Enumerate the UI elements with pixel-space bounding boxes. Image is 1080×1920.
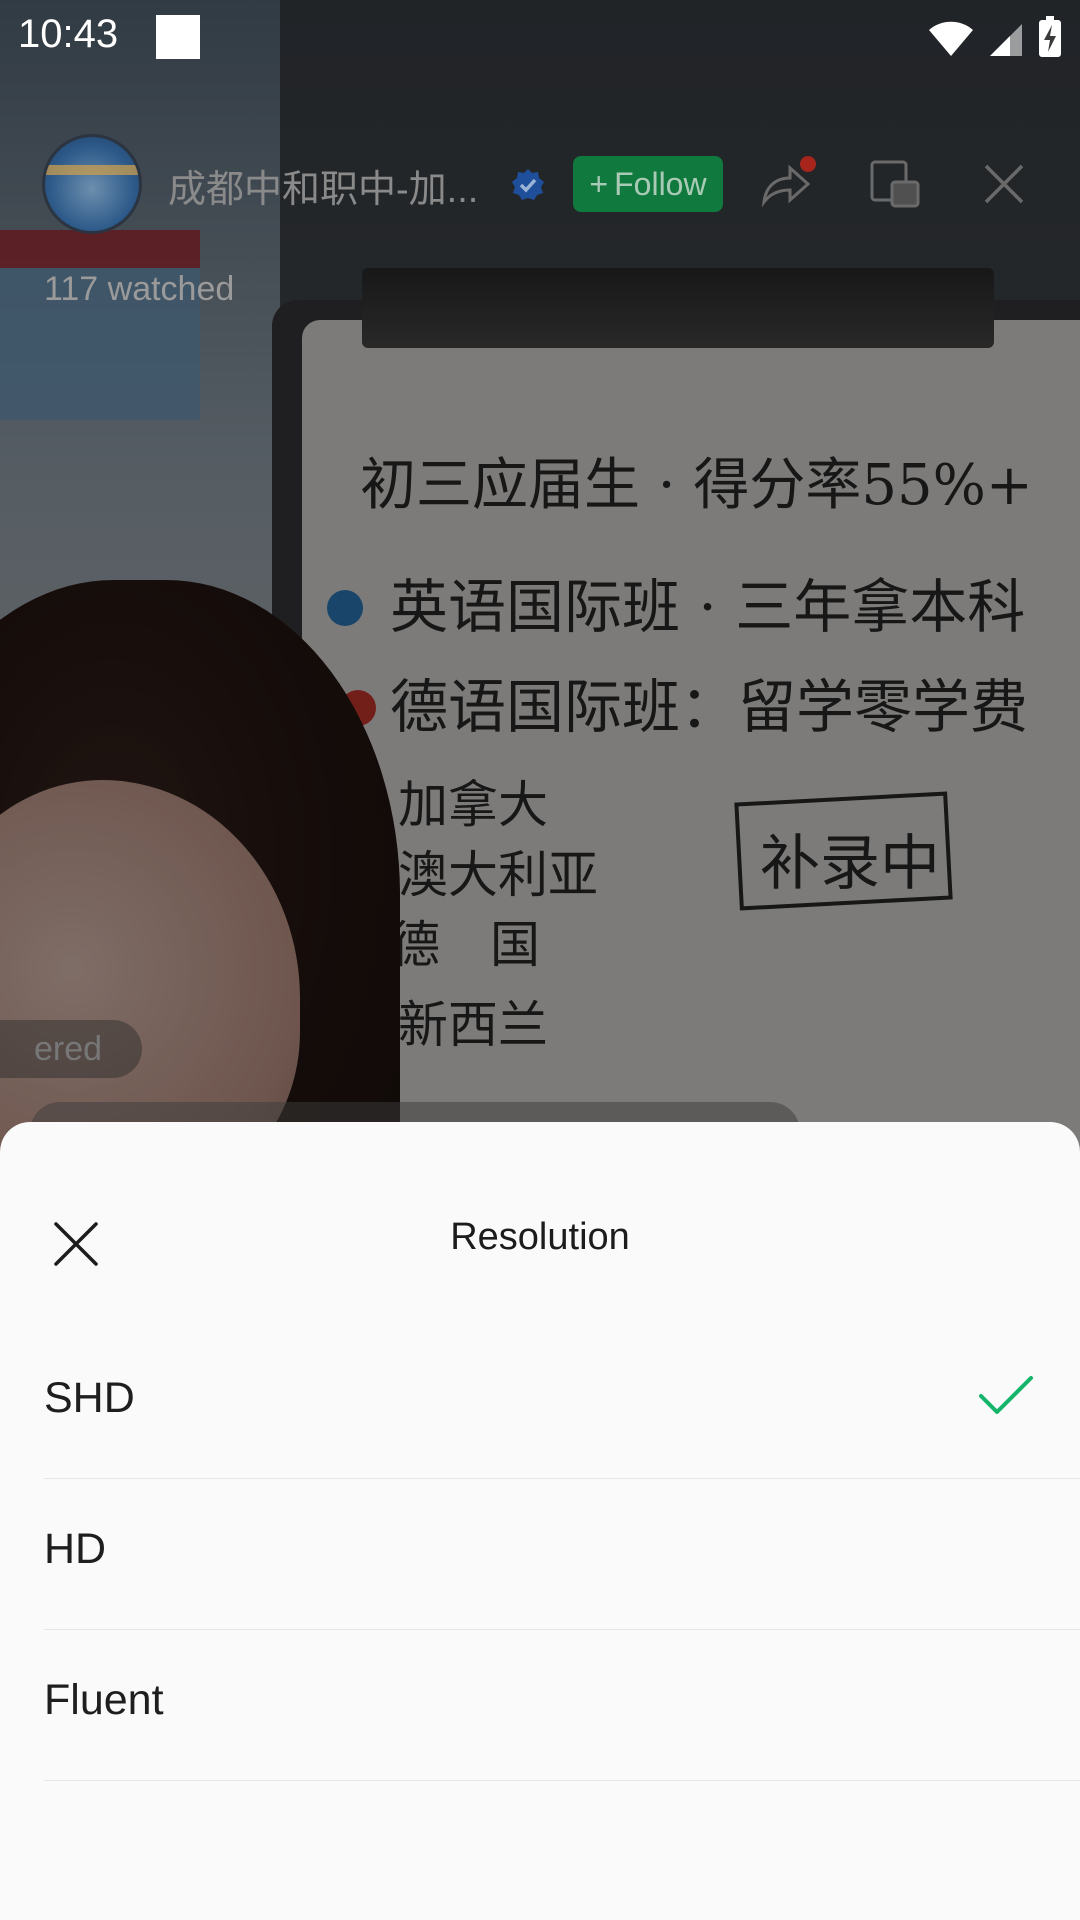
live-header: 成都中和职中-加... + Follow 117 watched xyxy=(0,130,1080,308)
option-shd[interactable]: SHD xyxy=(44,1328,1080,1479)
channel-avatar[interactable] xyxy=(42,134,142,234)
wifi-icon xyxy=(929,21,973,56)
close-live-icon[interactable] xyxy=(974,154,1034,214)
cellular-signal-icon xyxy=(990,24,1022,56)
follow-label: Follow xyxy=(614,165,707,202)
comment-bubble: ered xyxy=(0,1020,142,1078)
channel-name[interactable]: 成都中和职中-加... xyxy=(168,158,478,213)
resolution-sheet: Resolution SHD HD Fluent xyxy=(0,1122,1080,1920)
option-label: Fluent xyxy=(44,1676,164,1724)
floating-window-icon[interactable] xyxy=(866,154,926,214)
option-hd[interactable]: HD xyxy=(44,1479,1080,1630)
check-icon xyxy=(979,1376,1033,1414)
notification-icon xyxy=(156,15,200,59)
option-label: HD xyxy=(44,1525,107,1573)
status-time: 10:43 xyxy=(18,12,119,56)
share-icon[interactable] xyxy=(756,154,816,214)
plus-icon: + xyxy=(589,165,609,202)
battery-charging-icon xyxy=(1039,16,1061,57)
option-label: SHD xyxy=(44,1374,135,1422)
status-bar: 10:43 xyxy=(0,0,1080,75)
follow-button[interactable]: + Follow xyxy=(573,156,723,212)
watched-count: 117 watched xyxy=(44,270,235,308)
resolution-options: SHD HD Fluent xyxy=(0,1328,1080,1781)
verified-badge-icon xyxy=(512,169,544,200)
sheet-title: Resolution xyxy=(450,1216,630,1258)
option-fluent[interactable]: Fluent xyxy=(44,1630,1080,1781)
